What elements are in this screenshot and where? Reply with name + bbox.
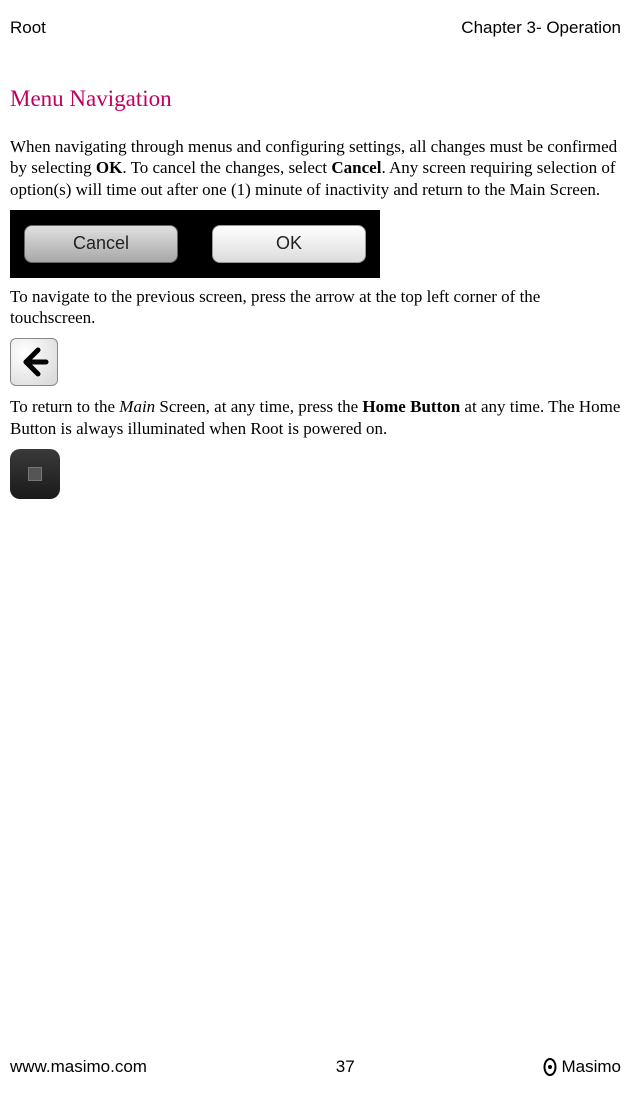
back-button[interactable]: [10, 338, 58, 386]
header-left: Root: [10, 18, 46, 38]
bold-cancel: Cancel: [331, 158, 381, 177]
bold-home-button: Home Button: [362, 397, 460, 416]
page-footer: www.masimo.com 37 Masimo: [10, 1057, 621, 1077]
footer-page-number: 37: [336, 1057, 355, 1077]
section-title: Menu Navigation: [10, 86, 621, 112]
page-header: Root Chapter 3- Operation: [10, 18, 621, 38]
bold-ok: OK: [96, 158, 122, 177]
home-button[interactable]: [10, 449, 60, 499]
paragraph-home: To return to the Main Screen, at any tim…: [10, 396, 621, 439]
text: Screen, at any time, press the: [155, 397, 362, 416]
header-right: Chapter 3- Operation: [461, 18, 621, 38]
footer-brand: Masimo: [543, 1057, 621, 1077]
text: . To cancel the changes, select: [122, 158, 331, 177]
home-icon: [28, 467, 42, 481]
text: To return to the: [10, 397, 119, 416]
brand-text: Masimo: [561, 1057, 621, 1077]
paragraph-back-nav: To navigate to the previous screen, pres…: [10, 286, 621, 329]
footer-url: www.masimo.com: [10, 1057, 147, 1077]
ok-button[interactable]: OK: [212, 225, 366, 263]
paragraph-intro: When navigating through menus and config…: [10, 136, 621, 200]
italic-main: Main: [119, 397, 155, 416]
brand-icon: [543, 1058, 557, 1076]
cancel-button[interactable]: Cancel: [24, 225, 178, 263]
figure-cancel-ok: Cancel OK: [10, 210, 380, 278]
arrow-left-icon: [18, 346, 50, 378]
